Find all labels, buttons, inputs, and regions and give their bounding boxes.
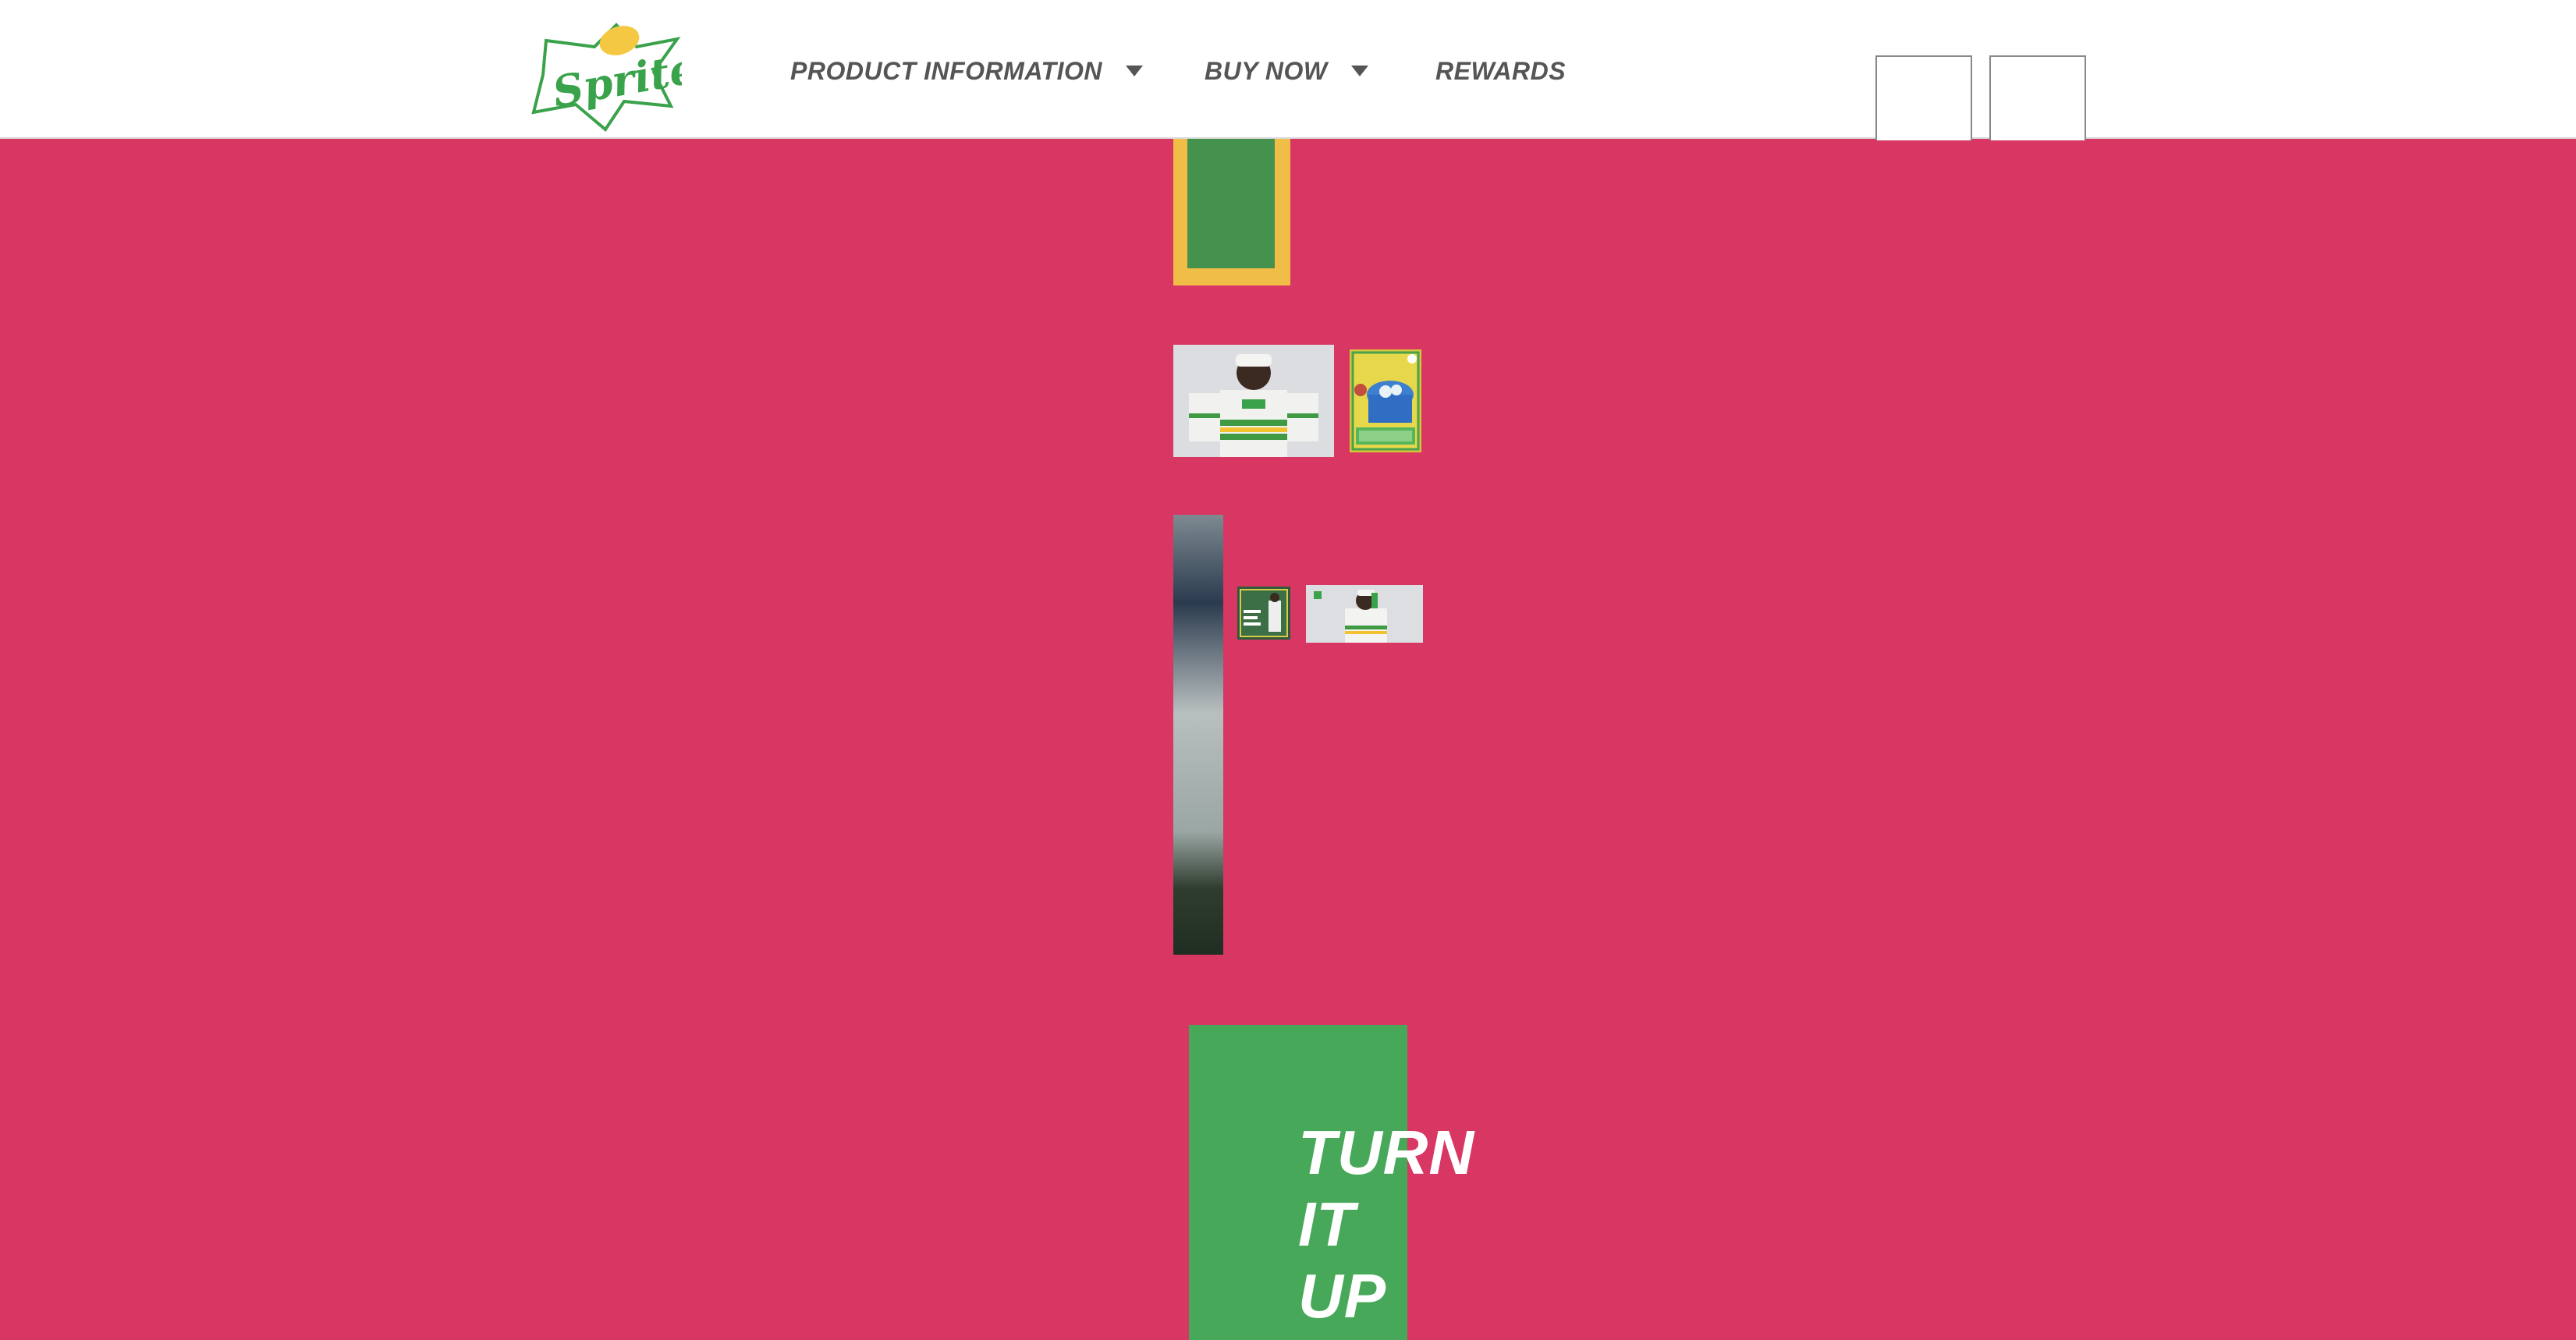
sprite-logo[interactable]: Sprite xyxy=(529,20,700,133)
header-button-2[interactable] xyxy=(1989,55,2086,140)
headline-line-1: TURN xyxy=(1298,1118,1475,1187)
image-stadium-strip[interactable] xyxy=(1173,515,1223,955)
green-block xyxy=(1187,139,1275,268)
image-promo-card[interactable] xyxy=(1237,587,1290,640)
image-poster[interactable] xyxy=(1350,349,1421,452)
image-player-drinking[interactable] xyxy=(1306,585,1423,643)
nav-rewards-label: REWARDS xyxy=(1435,56,1567,85)
caret-down-icon xyxy=(1125,66,1143,76)
nav-rewards[interactable]: REWARDS xyxy=(1435,53,1566,89)
caret-down-icon xyxy=(1350,66,1368,76)
nav-buy-now-label: BUY NOW xyxy=(1205,56,1328,85)
nav-product-information-label: PRODUCT INFORMATION xyxy=(790,56,1102,85)
headline-line-2: IT xyxy=(1298,1189,1356,1259)
image-player-jersey[interactable] xyxy=(1173,345,1334,457)
headline-line-3: UP xyxy=(1298,1261,1387,1331)
site-header: Sprite PRODUCT INFORMATION BUY NOW REWAR… xyxy=(0,0,2576,140)
nav-buy-now[interactable]: BUY NOW xyxy=(1205,53,1368,89)
nav-product-information[interactable]: PRODUCT INFORMATION xyxy=(790,53,1143,89)
hero-headline: TURN IT UP xyxy=(1298,1117,1474,1332)
header-button-1[interactable] xyxy=(1875,55,1972,140)
